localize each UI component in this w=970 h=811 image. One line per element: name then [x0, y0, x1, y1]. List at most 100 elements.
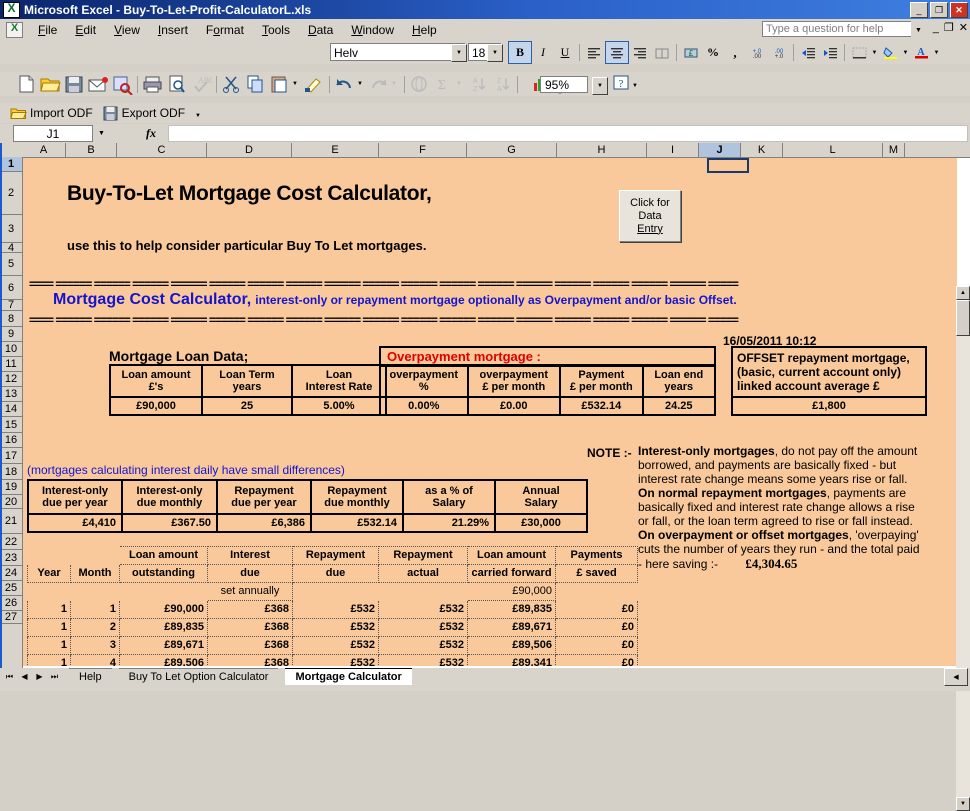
row-header-5[interactable]: 5 — [0, 253, 22, 276]
sort-ascending-button[interactable]: AZ — [466, 73, 490, 95]
row-header-13[interactable]: 13 — [0, 387, 22, 402]
sheet-tab-buy-to-let-option-calculator[interactable]: Buy To Let Option Calculator — [118, 668, 279, 685]
prev-sheet-button[interactable]: ◀ — [17, 669, 32, 684]
column-header-e[interactable]: E — [292, 143, 379, 157]
row-header-15[interactable]: 15 — [0, 417, 22, 433]
row-header-27[interactable]: 27 — [0, 611, 22, 624]
help-dropdown-icon[interactable]: ▼ — [911, 21, 926, 39]
cut-button[interactable] — [220, 73, 244, 95]
document-window-controls[interactable]: _ ❐ ✕ — [933, 22, 968, 34]
decrease-indent-button[interactable] — [797, 42, 819, 63]
align-left-button[interactable] — [583, 42, 605, 63]
row-header-18[interactable]: 18 — [0, 464, 22, 480]
column-header-d[interactable]: D — [207, 143, 292, 157]
close-button[interactable]: ✕ — [950, 2, 968, 18]
row-header-25[interactable]: 25 — [0, 581, 22, 596]
font-name-dropdown-icon[interactable]: ▼ — [451, 44, 467, 62]
font-size-dropdown-icon[interactable]: ▼ — [487, 44, 503, 62]
menu-format[interactable]: Format — [197, 21, 253, 39]
menu-view[interactable]: View — [105, 21, 149, 39]
name-box-dropdown-icon[interactable]: ▼ — [94, 125, 109, 142]
copy-button[interactable] — [244, 73, 268, 95]
odf-toolbar-overflow-icon[interactable]: ▼ — [195, 113, 201, 119]
open-button[interactable] — [38, 73, 62, 95]
bold-button[interactable]: B — [508, 41, 532, 64]
menu-help[interactable]: Help — [403, 21, 446, 39]
redo-button[interactable] — [367, 73, 391, 95]
row-header-2[interactable]: 2 — [0, 172, 22, 215]
column-header-l[interactable]: L — [783, 143, 883, 157]
help-search-input[interactable]: Type a question for help — [762, 21, 912, 37]
sheet-nav-buttons[interactable]: ⏮ ◀ ▶ ⏭ — [0, 668, 62, 685]
font-name-input[interactable]: Helv — [330, 43, 465, 61]
column-header-f[interactable]: F — [379, 143, 467, 157]
column-header-b[interactable]: B — [66, 143, 117, 157]
window-controls[interactable]: _ ❐ ✕ — [910, 2, 968, 18]
decrease-decimal-button[interactable]: .00 +.0 — [768, 42, 790, 63]
row-header-10[interactable]: 10 — [0, 342, 22, 357]
toolbar-overflow-icon[interactable]: ▼ — [632, 73, 642, 95]
undo-button[interactable] — [333, 73, 357, 95]
zoom-dropdown-icon[interactable]: ▼ — [592, 77, 608, 95]
row-header-1[interactable]: 1 — [0, 157, 22, 172]
vertical-scroll-thumb[interactable] — [956, 300, 970, 336]
save-button[interactable] — [62, 73, 86, 95]
horizontal-scroll-left-button[interactable]: ◀ — [944, 668, 968, 686]
data-entry-button[interactable]: Click for Data Entry — [619, 190, 681, 242]
underline-button[interactable]: U — [554, 42, 576, 63]
doc-restore-button[interactable]: ❐ — [944, 22, 954, 34]
row-header-20[interactable]: 20 — [0, 495, 22, 509]
comma-style-button[interactable]: , — [724, 42, 746, 63]
column-header-c[interactable]: C — [117, 143, 207, 157]
row-header-12[interactable]: 12 — [0, 372, 22, 387]
loan-amount-value[interactable]: £90,000 — [109, 396, 203, 416]
row-header-3[interactable]: 3 — [0, 215, 22, 243]
undo-dropdown-icon[interactable]: ▼ — [357, 73, 367, 95]
row-header-6[interactable]: 6 — [0, 276, 22, 300]
row-header-19[interactable]: 19 — [0, 480, 22, 495]
hyperlink-button[interactable] — [408, 73, 432, 95]
borders-dropdown-icon[interactable]: ▼ — [870, 42, 879, 63]
format-painter-button[interactable] — [302, 73, 326, 95]
column-header-i[interactable]: I — [647, 143, 699, 157]
column-header-m[interactable]: M — [883, 143, 905, 157]
fill-color-dropdown-icon[interactable]: ▼ — [901, 42, 910, 63]
sort-descending-button[interactable]: ZA — [490, 73, 514, 95]
sheet-tab-help[interactable]: Help — [69, 668, 112, 685]
row-header-22[interactable]: 22 — [0, 534, 22, 550]
last-sheet-button[interactable]: ⏭ — [47, 669, 62, 684]
currency-button[interactable]: £ — [680, 42, 702, 63]
font-color-dropdown-icon[interactable]: ▼ — [932, 42, 941, 63]
next-sheet-button[interactable]: ▶ — [32, 669, 47, 684]
paste-dropdown-icon[interactable]: ▼ — [292, 73, 302, 95]
loan-term-value[interactable]: 25 — [201, 396, 293, 416]
percent-style-button[interactable]: % — [702, 42, 724, 63]
doc-close-button[interactable]: ✕ — [959, 22, 968, 34]
menu-tools[interactable]: Tools — [253, 21, 299, 39]
scroll-up-button[interactable]: ▲ — [956, 286, 970, 300]
row-header-4[interactable]: 4 — [0, 242, 22, 254]
row-header-8[interactable]: 8 — [0, 311, 22, 327]
row-header-7[interactable]: 7 — [0, 299, 22, 311]
column-header-h[interactable]: H — [557, 143, 647, 157]
paste-button[interactable] — [268, 73, 292, 95]
offset-value[interactable]: £1,800 — [731, 396, 927, 416]
sheet-tab-mortgage-calculator[interactable]: Mortgage Calculator — [285, 668, 412, 685]
row-header-21[interactable]: 21 — [0, 509, 22, 534]
menu-file[interactable]: File — [29, 21, 66, 39]
spellcheck-button[interactable]: ABC — [189, 73, 214, 95]
zoom-input[interactable]: 95% — [540, 76, 588, 93]
column-header-j[interactable]: J — [699, 143, 741, 157]
align-right-button[interactable] — [629, 42, 651, 63]
new-button[interactable] — [14, 73, 38, 95]
help-button[interactable]: ? — [610, 73, 634, 95]
row-header-11[interactable]: 11 — [0, 357, 22, 372]
menu-edit[interactable]: Edit — [66, 21, 105, 39]
first-sheet-button[interactable]: ⏮ — [2, 669, 17, 684]
column-header-a[interactable]: A — [22, 143, 66, 157]
increase-decimal-button[interactable]: +.0.00 — [746, 42, 768, 63]
minimize-button[interactable]: _ — [910, 2, 928, 18]
vertical-scrollbar[interactable]: ▲ ▼ — [956, 286, 970, 811]
loan-rate-value[interactable]: 5.00% — [291, 396, 387, 416]
insert-function-icon[interactable]: fx — [146, 126, 156, 141]
